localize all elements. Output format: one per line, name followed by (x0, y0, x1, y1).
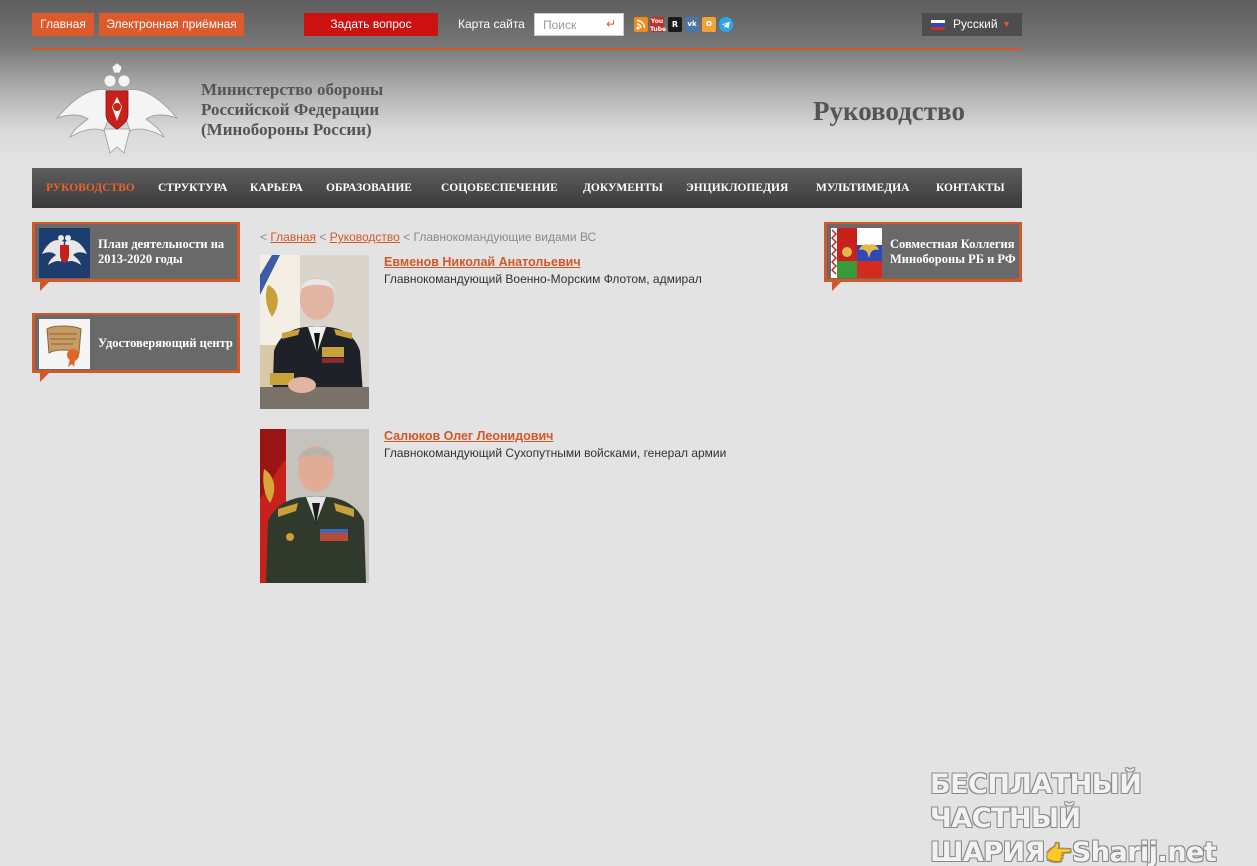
nav-item-contacts[interactable]: КОНТАКТЫ (936, 168, 1005, 208)
certification-center-banner[interactable]: Удостоверяющий центр (32, 313, 240, 383)
rss-icon[interactable] (634, 17, 648, 32)
nav-item-documents[interactable]: ДОКУМЕНТЫ (583, 168, 663, 208)
nav-item-leadership[interactable]: РУКОВОДСТВО (46, 168, 135, 208)
electronic-reception-button[interactable]: Электронная приёмная (99, 13, 244, 36)
breadcrumb: < Главная < Руководство < Главнокомандую… (260, 230, 597, 244)
rutube-icon[interactable]: R (668, 17, 682, 32)
watermark-line-2: ШАРИЯ👉Sharij.net (930, 836, 1230, 866)
banner-label: Удостоверяющий центр (98, 335, 233, 350)
banner-pointer (40, 282, 49, 291)
pointing-hand-icon: 👉 (1044, 842, 1072, 866)
nav-item-encyclopedia[interactable]: ЭНЦИКЛОПЕДИЯ (686, 168, 788, 208)
nav-item-social-support[interactable]: СОЦОБЕСПЕЧЕНИЕ (441, 168, 558, 208)
watermark-site-text: Sharij.net (1071, 837, 1217, 866)
person-role: Главнокомандующий Военно-Морским Флотом,… (384, 272, 702, 286)
person-role: Главнокомандующий Сухопутными войсками, … (384, 446, 727, 460)
activity-plan-banner[interactable]: План деятельности на 2013-2020 годы (32, 222, 240, 292)
divider (32, 48, 1022, 50)
ministry-emblem-icon (39, 228, 90, 278)
page-title: Руководство (813, 96, 965, 126)
person-name-link[interactable]: Евменов Николай Анатольевич (384, 255, 581, 269)
belarus-russia-flags-icon (830, 228, 882, 278)
sitemap-link[interactable]: Карта сайта (458, 17, 525, 31)
nav-item-career[interactable]: КАРЬЕРА (250, 168, 303, 208)
ask-question-button[interactable]: Задать вопрос (304, 13, 438, 36)
telegram-icon[interactable] (719, 17, 733, 32)
watermark-sharia-text: ШАРИЯ (930, 837, 1045, 866)
language-label: Русский (953, 17, 998, 31)
banner-pointer (832, 282, 841, 291)
ministry-emblem-icon[interactable] (52, 62, 182, 155)
ministry-line-1: Министерство обороны (201, 80, 384, 99)
language-selector[interactable]: Русский ▼ (922, 13, 1022, 36)
vk-icon[interactable]: vk (685, 17, 699, 32)
chevron-down-icon: ▼ (1002, 19, 1011, 29)
joint-board-banner[interactable]: Совместная Коллегия Минобороны РБ и РФ (824, 222, 1022, 292)
nav-item-education[interactable]: ОБРАЗОВАНИЕ (326, 168, 412, 208)
person-name-link[interactable]: Салюков Олег Леонидович (384, 429, 553, 443)
odnoklassniki-icon[interactable]: о (702, 17, 716, 32)
person-photo[interactable] (260, 429, 369, 583)
breadcrumb-leadership-link[interactable]: Руководство (330, 230, 400, 244)
youtube-icon[interactable]: You Tube (650, 17, 666, 33)
scroll-certificate-icon (39, 319, 90, 369)
top-bar: Главная Электронная приёмная Задать вопр… (32, 13, 1022, 37)
breadcrumb-current: Главнокомандующие видами ВС (413, 230, 597, 244)
breadcrumb-home-link[interactable]: Главная (270, 230, 316, 244)
person-card: Евменов Николай Анатольевич Главнокоманд… (260, 255, 800, 410)
watermark-line-1: БЕСПЛАТНЫЙ ЧАСТНЫЙ (930, 769, 1142, 834)
watermark: БЕСПЛАТНЫЙ ЧАСТНЫЙ ШАРИЯ👉Sharij.net (930, 768, 1230, 866)
nav-item-multimedia[interactable]: МУЛЬТИМЕДИА (816, 168, 909, 208)
home-button[interactable]: Главная (32, 13, 94, 36)
ministry-name: Министерство обороны Российской Федераци… (201, 80, 383, 140)
banner-label: План деятельности на 2013-2020 годы (98, 237, 225, 266)
nav-item-structure[interactable]: СТРУКТУРА (158, 168, 227, 208)
person-photo[interactable] (260, 255, 369, 409)
person-card: Салюков Олег Леонидович Главнокомандующи… (260, 429, 800, 584)
ministry-line-3: (Минобороны России) (201, 120, 372, 139)
banner-label: Совместная Коллегия Минобороны РБ и РФ (890, 237, 1016, 266)
banner-pointer (40, 373, 49, 382)
ministry-line-2: Российской Федерации (201, 100, 380, 119)
main-nav: РУКОВОДСТВО СТРУКТУРА КАРЬЕРА ОБРАЗОВАНИ… (32, 168, 1022, 208)
russian-flag-icon (931, 20, 945, 30)
search-submit-icon[interactable]: ↵ (606, 17, 616, 31)
